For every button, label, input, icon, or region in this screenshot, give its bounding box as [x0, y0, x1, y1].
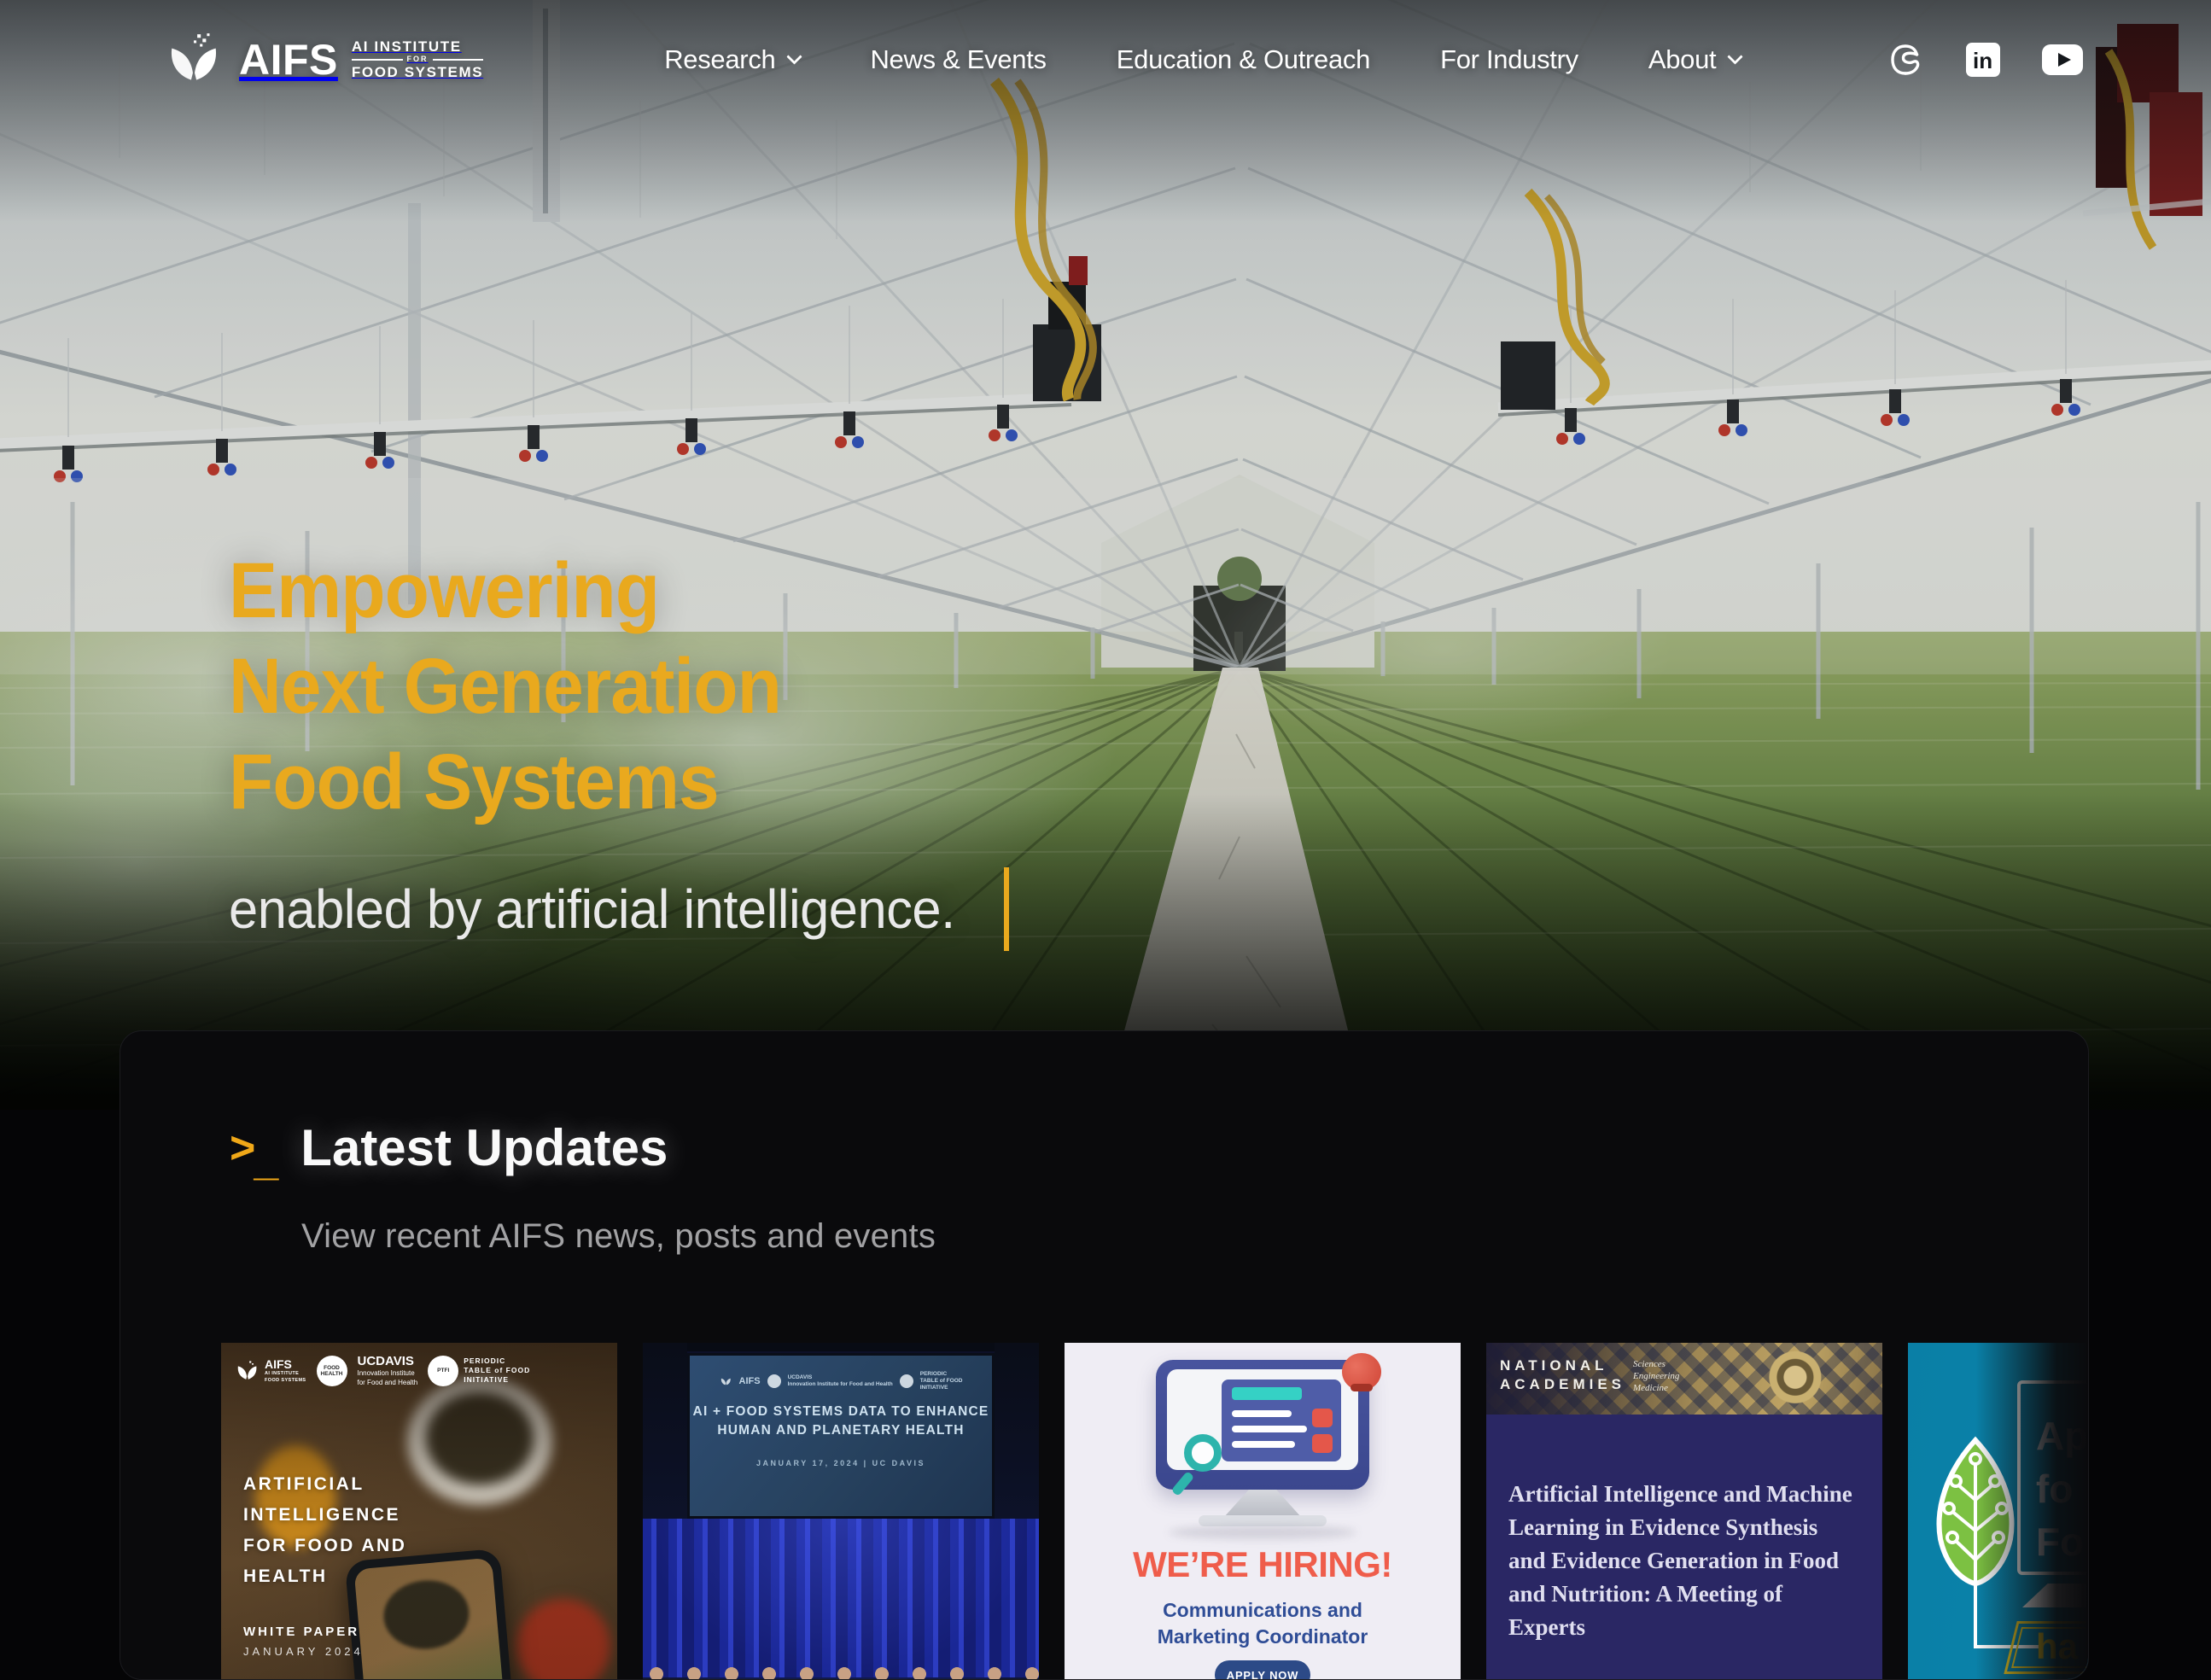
promo-badge-text: ha — [2036, 1626, 2078, 1667]
threads-icon[interactable] — [1887, 41, 1924, 79]
latest-updates-panel: >_ Latest Updates View recent AIFS news,… — [120, 1030, 2089, 1680]
linkedin-icon[interactable]: in — [1965, 42, 2001, 78]
nav-item-education-outreach[interactable]: Education & Outreach — [1117, 44, 1370, 75]
typing-cursor — [1004, 867, 1009, 951]
aifs-leaf-icon — [235, 1358, 260, 1384]
chevron-down-icon — [787, 49, 802, 64]
section-title: Latest Updates — [300, 1120, 668, 1176]
card-national-academies[interactable]: NATIONAL ACADEMIES Sciences Engineering … — [1486, 1343, 1882, 1680]
hero-section: AIFS AI INSTITUTE FOR FOOD SYSTEMS Resea… — [0, 0, 2211, 1110]
hero-headline-line3: Food Systems — [229, 734, 954, 830]
screen-date: JANUARY 17, 2024 | UC DAVIS — [690, 1459, 992, 1467]
nav-item-research[interactable]: Research — [664, 44, 800, 75]
white-paper-meta: WHITE PAPER JANUARY 2024 — [243, 1625, 364, 1658]
aifs-mini-logo: AIFS AI INSTITUTE FOOD SYSTEMS — [235, 1358, 306, 1384]
blue-curtain — [643, 1519, 1039, 1677]
national-academies-logo: NATIONAL ACADEMIES — [1500, 1356, 1625, 1394]
national-academies-sub: Sciences Engineering Medicine — [1633, 1358, 1679, 1394]
youtube-icon[interactable] — [2042, 44, 2083, 75]
rule — [352, 59, 403, 61]
monitor-stand — [1224, 1490, 1301, 1517]
brand-tag-line1: AI INSTITUTE — [352, 39, 483, 55]
svg-text:in: in — [1973, 48, 1992, 73]
hero-headline-line1: Empowering — [229, 543, 954, 639]
bell-icon — [1342, 1353, 1381, 1391]
food-health-icon — [767, 1374, 781, 1388]
nav-links: Research News & Events Education & Outre… — [664, 44, 1741, 75]
food-health-logo: FOODHEALTH — [317, 1356, 347, 1386]
aifs-leaf-icon — [164, 29, 225, 90]
section-subtitle: View recent AIFS news, posts and events — [301, 1217, 936, 1256]
promo-text-clipped: Ap fo Fo — [2036, 1409, 2088, 1568]
card-hiring[interactable]: WE’RE HIRING! Communications and Marketi… — [1065, 1343, 1461, 1680]
report-title: Artificial Intelligence and Machine Lear… — [1508, 1478, 1855, 1644]
updates-card-carousel: AIFS AI INSTITUTE FOOD SYSTEMS FOODHEALT… — [221, 1343, 2089, 1680]
hero-tagline: enabled by artificial intelligence. — [229, 878, 955, 941]
ptfi-icon: PTFI — [428, 1356, 458, 1386]
brand-tag-line2: FOOD SYSTEMS — [352, 65, 483, 80]
chevron-down-icon — [1728, 49, 1743, 64]
projection-screen: AIFS UCDAVIS Innovation Institute for Fo… — [687, 1353, 995, 1519]
aifs-logo[interactable]: AIFS AI INSTITUTE FOR FOOD SYSTEMS — [164, 29, 483, 90]
terminal-prompt-icon: >_ — [230, 1120, 280, 1176]
brand-tagline: AI INSTITUTE FOR FOOD SYSTEMS — [352, 39, 483, 79]
ptfi-icon — [900, 1374, 913, 1388]
hiring-role: Communications and Marketing Coordinator — [1065, 1597, 1461, 1650]
card-teal-promo[interactable]: Ap fo Fo ha — [1908, 1343, 2089, 1680]
hero-headline-line2: Next Generation — [229, 639, 954, 734]
screen-title: AI + FOOD SYSTEMS DATA TO ENHANCE HUMAN … — [690, 1403, 992, 1440]
brand-tag-for: FOR — [352, 55, 483, 63]
apply-now-button[interactable]: APPLY NOW — [1215, 1660, 1310, 1680]
card-white-paper[interactable]: AIFS AI INSTITUTE FOOD SYSTEMS FOODHEALT… — [221, 1343, 617, 1680]
brand-name: AIFS — [239, 38, 338, 81]
partner-logos-row: AIFS AI INSTITUTE FOOD SYSTEMS FOODHEALT… — [235, 1355, 609, 1386]
magnifier-icon — [1184, 1434, 1222, 1472]
aifs-leaf-icon — [720, 1374, 732, 1387]
periodic-table-of-food-logo: PTFI PERIODIC TABLE of FOOD INITIATIVE — [428, 1356, 530, 1386]
hiring-headline: WE’RE HIRING! — [1065, 1544, 1461, 1585]
nav-item-about[interactable]: About — [1648, 44, 1741, 75]
white-paper-title: ARTIFICIAL INTELLIGENCE FOR FOOD AND HEA… — [243, 1469, 406, 1592]
social-links: in — [1887, 41, 2083, 79]
rule — [433, 59, 484, 61]
stage-truss — [643, 1343, 1039, 1351]
top-navigation: AIFS AI INSTITUTE FOR FOOD SYSTEMS Resea… — [0, 0, 2211, 120]
group-photo-crowd — [643, 1665, 1039, 1680]
monitor-shadow — [1169, 1525, 1356, 1539]
screen-logos-row: AIFS UCDAVIS Innovation Institute for Fo… — [690, 1371, 992, 1391]
monitor-illustration — [1156, 1360, 1369, 1490]
nav-item-news-events[interactable]: News & Events — [870, 44, 1046, 75]
latest-updates-heading: >_ Latest Updates — [230, 1120, 668, 1176]
ucdavis-logo: UCDAVIS Innovation Institute for Food an… — [358, 1355, 418, 1386]
nav-item-for-industry[interactable]: For Industry — [1440, 44, 1578, 75]
card-event-photo[interactable]: AIFS UCDAVIS Innovation Institute for Fo… — [643, 1343, 1039, 1680]
hero-copy: Empowering Next Generation Food Systems … — [229, 543, 1009, 951]
